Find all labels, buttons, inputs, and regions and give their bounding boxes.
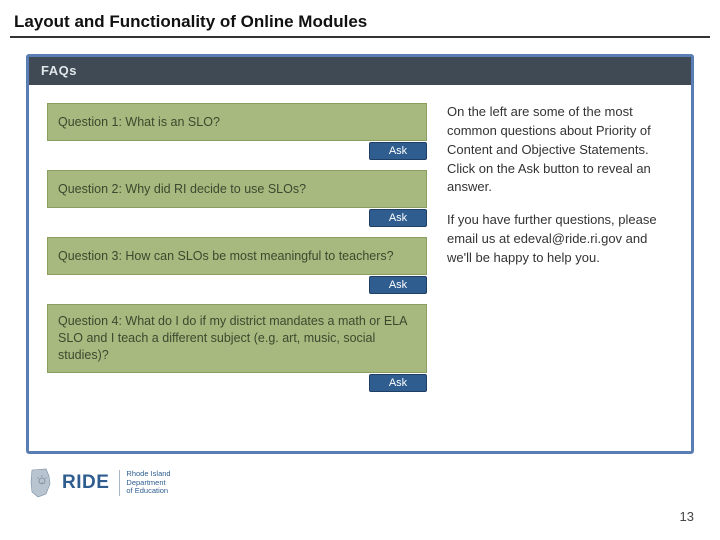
question-text: Question 3: How can SLOs be most meaning…: [58, 248, 394, 265]
faq-item: Question 4: What do I do if my district …: [47, 304, 427, 396]
question-text: Question 1: What is an SLO?: [58, 114, 220, 131]
slide-title-bar: Layout and Functionality of Online Modul…: [10, 12, 710, 38]
question-box: Question 2: Why did RI decide to use SLO…: [47, 170, 427, 208]
faq-item: Question 1: What is an SLO? Ask: [47, 103, 427, 164]
info-column: On the left are some of the most common …: [447, 103, 673, 439]
ride-logo: RIDE Rhode Island Department of Educatio…: [28, 468, 171, 498]
ride-subtitle: Rhode Island Department of Education: [119, 470, 170, 496]
question-box: Question 3: How can SLOs be most meaning…: [47, 237, 427, 275]
faq-column: Question 1: What is an SLO? Ask Question…: [47, 103, 427, 439]
ask-button[interactable]: Ask: [369, 374, 427, 392]
slide-title: Layout and Functionality of Online Modul…: [10, 12, 710, 32]
question-box: Question 4: What do I do if my district …: [47, 304, 427, 373]
ask-button[interactable]: Ask: [369, 276, 427, 294]
question-text: Question 2: Why did RI decide to use SLO…: [58, 181, 306, 198]
module-body: Question 1: What is an SLO? Ask Question…: [29, 85, 691, 451]
info-paragraph: On the left are some of the most common …: [447, 103, 667, 197]
question-text: Question 4: What do I do if my district …: [58, 313, 416, 364]
module-header: FAQs: [29, 57, 691, 85]
page-number: 13: [680, 509, 694, 524]
faq-item: Question 2: Why did RI decide to use SLO…: [47, 170, 427, 231]
faq-item: Question 3: How can SLOs be most meaning…: [47, 237, 427, 298]
ride-wordmark: RIDE: [62, 472, 109, 494]
ask-button[interactable]: Ask: [369, 209, 427, 227]
ri-state-icon: [28, 468, 52, 498]
info-paragraph: If you have further questions, please em…: [447, 211, 667, 268]
question-box: Question 1: What is an SLO?: [47, 103, 427, 141]
module-window: FAQs Question 1: What is an SLO? Ask Que…: [26, 54, 694, 454]
ask-button[interactable]: Ask: [369, 142, 427, 160]
